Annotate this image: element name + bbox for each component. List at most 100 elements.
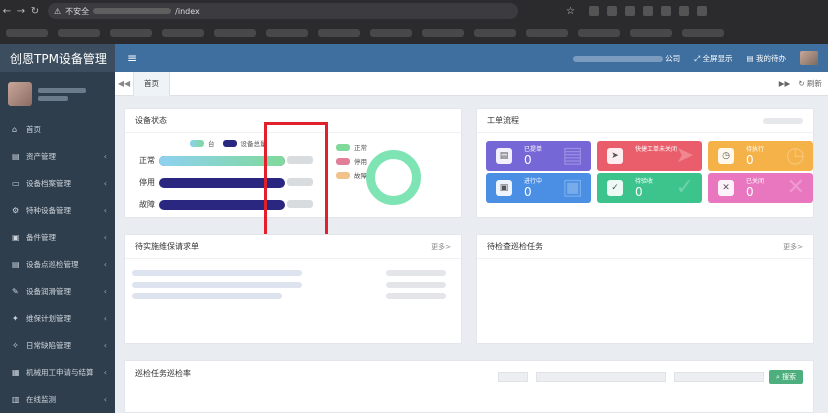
- donut-legend: 正常 停用 故障: [336, 140, 367, 182]
- chevron-left-icon: ‹: [103, 206, 107, 215]
- home-icon: ⌂: [12, 125, 18, 134]
- sidebar-item[interactable]: ✧ 日常缺陷管理 ‹: [0, 332, 115, 359]
- sidebar-item[interactable]: ▤ 设备点巡检管理 ‹: [0, 251, 115, 278]
- card-count: 0: [635, 185, 643, 199]
- tab-scroll-right-icon[interactable]: ▶▶: [779, 79, 791, 88]
- sidebar-item[interactable]: ▤ 资产管理 ‹: [0, 143, 115, 170]
- sidebar-menu: ⌂ 首页 ▤ 资产管理 ‹ ▭ 设备档案管理 ‹ ⚙ 特种设备管理 ‹ ▣ 备件管理 ‹ ▤ 设备点巡检管理 ‹…: [0, 116, 115, 413]
- bookmark-item[interactable]: [214, 29, 256, 37]
- bookmark-item[interactable]: [266, 29, 308, 37]
- fullscreen-button[interactable]: ⤢ 全屏显示: [694, 53, 732, 64]
- workflow-card[interactable]: ➤ 快捷工单未关闭 ➤: [597, 141, 702, 171]
- sidebar-item-label: 设备档案管理: [26, 179, 71, 188]
- bookmark-item[interactable]: [474, 29, 516, 37]
- forward-icon[interactable]: →: [14, 6, 28, 17]
- bookmark-item[interactable]: [370, 29, 412, 37]
- back-icon[interactable]: ←: [0, 6, 14, 17]
- bookmark-item[interactable]: [630, 29, 672, 37]
- tab-home[interactable]: 首页: [133, 71, 170, 96]
- workflow-card[interactable]: ▤ 已提单 0 ▤: [486, 141, 591, 171]
- sidebar-item-label: 日常缺陷管理: [26, 341, 71, 350]
- legend-label: 设备总量: [240, 140, 267, 148]
- chevron-left-icon: ‹: [103, 287, 107, 296]
- chevron-left-icon: ‹: [103, 233, 107, 242]
- chevron-left-icon: ‹: [103, 341, 107, 350]
- extension-icon[interactable]: [696, 6, 707, 16]
- workflow-card[interactable]: ✕ 已关闭 0 ✕: [708, 173, 813, 203]
- bookmark-item[interactable]: [318, 29, 360, 37]
- legend-label: 台: [208, 140, 215, 148]
- bookmark-item[interactable]: [58, 29, 100, 37]
- sidebar-item[interactable]: ✎ 设备润滑管理 ‹: [0, 278, 115, 305]
- filter-input[interactable]: [536, 372, 666, 382]
- filter-input[interactable]: [498, 372, 528, 382]
- extension-icon[interactable]: [642, 6, 653, 16]
- bookmark-star-icon[interactable]: ☆: [566, 6, 575, 17]
- sidebar-item[interactable]: ⚙ 特种设备管理 ‹: [0, 197, 115, 224]
- card-count: 0: [746, 185, 754, 199]
- more-link[interactable]: 更多>: [431, 242, 451, 252]
- bookmark-item[interactable]: [682, 29, 724, 37]
- workflow-card[interactable]: ◷ 待执行 0 ◷: [708, 141, 813, 171]
- more-link[interactable]: 更多>: [783, 242, 803, 252]
- search-button[interactable]: ⌕ 搜索: [769, 370, 803, 384]
- extensions: [588, 6, 707, 16]
- bookmark-item[interactable]: [422, 29, 464, 37]
- browser-toolbar: ← → ↻ ⚠ 不安全 /index ☆: [0, 0, 828, 22]
- clock-icon: ◷: [718, 148, 734, 164]
- extension-icon[interactable]: [606, 6, 617, 16]
- card-label: 已提单: [524, 146, 543, 153]
- menu-toggle-icon[interactable]: ≡: [127, 51, 137, 65]
- sidebar-item[interactable]: ▭ 设备档案管理 ‹: [0, 170, 115, 197]
- bookmark-item[interactable]: [162, 29, 204, 37]
- list-item-date: [386, 282, 446, 288]
- monitor-icon: ▭: [12, 179, 20, 188]
- tab-scroll-left-icon[interactable]: ◀◀: [115, 79, 133, 88]
- workflow-card[interactable]: ✓ 待验收 0 ✓: [597, 173, 702, 203]
- sidebar-item-label: 首页: [26, 125, 41, 134]
- sidebar-item[interactable]: ✦ 维保计划管理 ‹: [0, 305, 115, 332]
- bookmark-item[interactable]: [526, 29, 568, 37]
- sidebar-item[interactable]: ▣ 备件管理 ‹: [0, 224, 115, 251]
- sidebar-item[interactable]: ▥ 在线监测 ‹: [0, 386, 115, 413]
- extension-icon[interactable]: [678, 6, 689, 16]
- blurred-host: [93, 8, 172, 14]
- chevron-left-icon: ‹: [103, 395, 107, 404]
- chevron-left-icon: ‹: [103, 368, 107, 377]
- todo-button[interactable]: ▤ 我的待办: [747, 53, 786, 64]
- bookmark-item[interactable]: [110, 29, 152, 37]
- panel-title: 待实施维保请求单: [135, 242, 199, 251]
- sidebar-item-label: 设备润滑管理: [26, 287, 71, 296]
- avatar[interactable]: [8, 82, 32, 106]
- refresh-button[interactable]: ↻ 刷新: [798, 78, 822, 89]
- list-item[interactable]: [132, 293, 282, 299]
- card-count: 0: [524, 185, 532, 199]
- tab-bar: ◀◀ 首页 ▶▶ ↻ 刷新: [115, 71, 828, 96]
- sidebar-item-label: 资产管理: [26, 152, 56, 161]
- bookmark-item[interactable]: [6, 29, 48, 37]
- workflow-card[interactable]: ▣ 进行中 0 ▣: [486, 173, 591, 203]
- list-item[interactable]: [132, 270, 302, 276]
- bar-label: 停用: [139, 178, 155, 187]
- sidebar-item-label: 在线监测: [26, 395, 56, 404]
- monitor-online-icon: ▥: [12, 395, 20, 404]
- extension-icon[interactable]: [624, 6, 635, 16]
- avatar[interactable]: [800, 51, 818, 65]
- blurred-text: [763, 117, 803, 124]
- reload-icon[interactable]: ↻: [28, 6, 42, 17]
- bookmark-item[interactable]: [578, 29, 620, 37]
- sidebar-item[interactable]: ▦ 机械用工申请与结算 ‹: [0, 359, 115, 386]
- inspect-icon: ▤: [12, 260, 20, 269]
- extension-icon[interactable]: [588, 6, 599, 16]
- address-bar[interactable]: ⚠ 不安全 /index: [48, 3, 518, 19]
- card-count: 0: [746, 153, 754, 167]
- list-item[interactable]: [132, 282, 302, 288]
- panel-title: 待检查巡检任务: [487, 242, 543, 251]
- send-icon: ➤: [607, 148, 623, 164]
- sidebar-item[interactable]: ⌂ 首页: [0, 116, 115, 143]
- extension-icon[interactable]: [660, 6, 671, 16]
- chevron-left-icon: ‹: [103, 314, 107, 323]
- filter-input[interactable]: [674, 372, 764, 382]
- url-path: /index: [175, 6, 200, 16]
- panel-title: 巡检任务巡检率: [135, 368, 191, 378]
